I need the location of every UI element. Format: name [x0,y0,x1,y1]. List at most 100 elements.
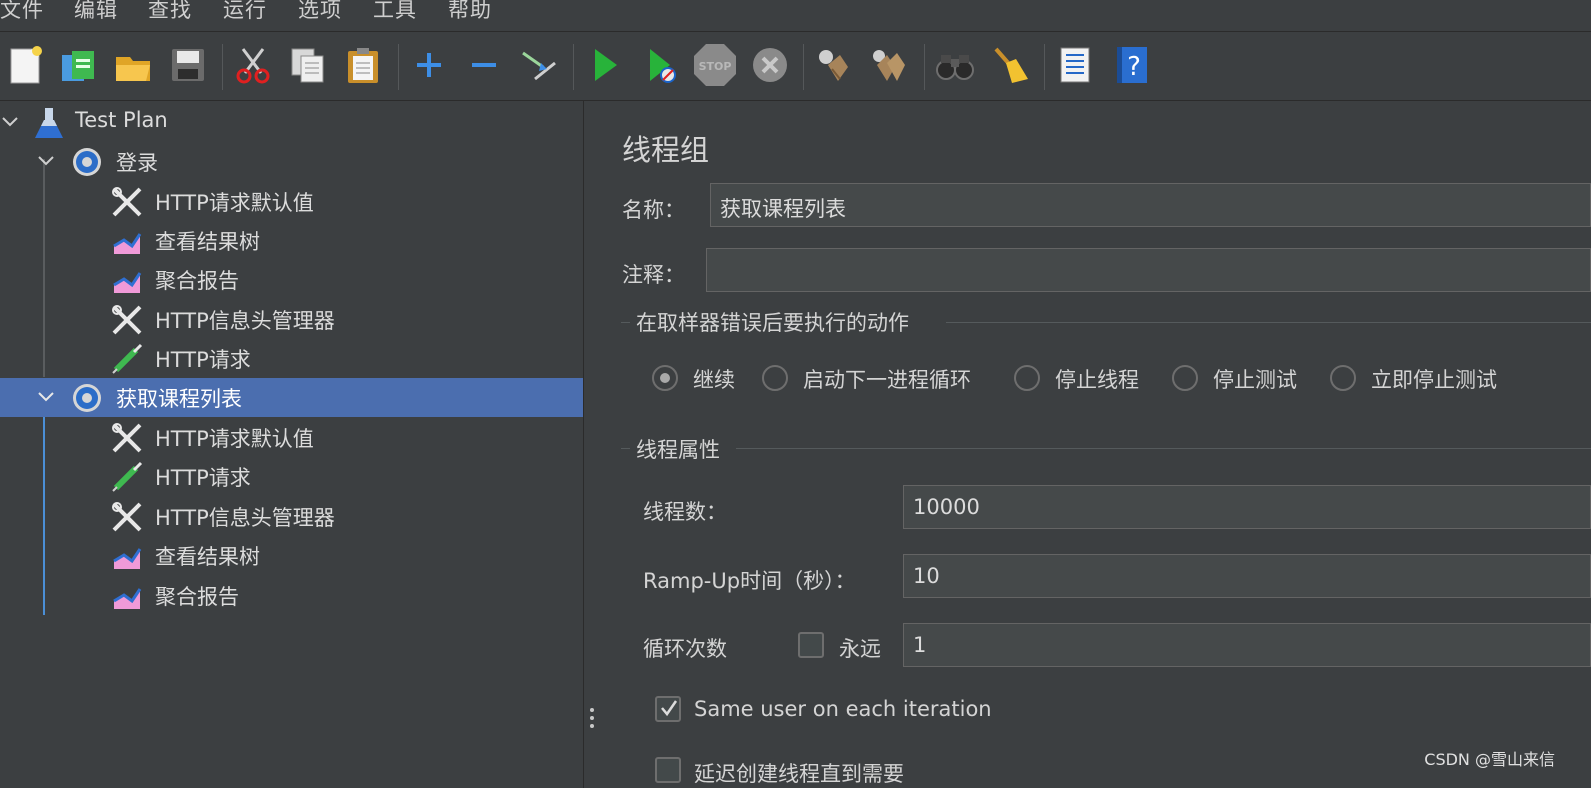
forever-checkbox[interactable] [798,632,824,658]
menu-tools[interactable]: 工具 [373,0,417,24]
radio-stop-test[interactable] [1172,365,1198,391]
splitter-grip [590,716,594,720]
tree-node-http-request[interactable]: HTTP请求 [0,339,583,378]
radio-start-next-loop[interactable] [762,365,788,391]
splitter-grip [590,708,594,712]
toolbar-separator [398,44,399,90]
open-icon[interactable] [110,42,156,88]
cut-icon[interactable] [230,42,276,88]
chevron-down-icon[interactable] [36,387,56,407]
section-divider [621,322,630,323]
radio-stop-thread-label: 停止线程 [1055,368,1139,392]
tree-node-label: HTTP信息头管理器 [155,506,335,530]
tree-node-thread-group[interactable]: 登录 [0,142,583,181]
menu-file[interactable]: 文件 [0,0,44,24]
tree-node-label: HTTP请求默认值 [155,427,314,451]
comment-field[interactable] [706,248,1591,292]
graph-icon [113,588,142,609]
search-icon[interactable] [932,42,978,88]
name-field[interactable]: 获取课程列表 [710,183,1591,227]
panel-title: 线程组 [622,133,710,167]
watermark-text: CSDN @雪山来信 [1424,750,1555,769]
expand-icon[interactable] [406,42,452,88]
save-icon[interactable] [165,42,211,88]
tools-icon [112,305,142,335]
menu-help[interactable]: 帮助 [448,0,492,24]
stop-icon[interactable]: STOP [692,42,738,88]
pipette-icon [112,461,143,492]
loop-label: 循环次数 [643,637,727,661]
menu-options[interactable]: 选项 [298,0,342,24]
svg-text:?: ? [1127,52,1141,82]
tree-node-header-manager[interactable]: HTTP信息头管理器 [0,497,583,536]
tree-node-label: 聚合报告 [155,269,239,293]
tree-node-results-tree[interactable]: 查看结果树 [0,536,583,575]
radio-start-next-loop-label: 启动下一进程循环 [803,368,971,392]
toolbar-separator [803,44,804,90]
clear-all-icon[interactable] [866,42,912,88]
start-no-pause-icon[interactable] [637,42,683,88]
comment-label: 注释： [622,263,685,287]
tree-node-aggregate-report[interactable]: 聚合报告 [0,260,583,299]
loop-count-field[interactable]: 1 [903,623,1591,667]
tools-icon [112,502,142,532]
tree-node-http-defaults[interactable]: HTTP请求默认值 [0,418,583,457]
clear-icon[interactable] [811,42,857,88]
gear-icon [73,384,101,412]
radio-stop-test-now[interactable] [1330,365,1356,391]
gear-icon [73,148,101,176]
splitter-grip [590,724,594,728]
menu-edit[interactable]: 编辑 [74,0,118,24]
start-icon[interactable] [582,42,628,88]
chevron-down-icon[interactable] [0,112,20,132]
section-divider [621,448,630,449]
tree-node-label: HTTP信息头管理器 [155,309,335,333]
toolbar-separator [1044,44,1045,90]
radio-continue-label: 继续 [693,368,735,392]
chevron-down-icon[interactable] [36,151,56,171]
tree-node-header-manager[interactable]: HTTP信息头管理器 [0,300,583,339]
tree-node-label: 查看结果树 [155,545,260,569]
tree-node-http-request[interactable]: HTTP请求 [0,457,583,496]
panel-splitter[interactable] [584,101,600,788]
toolbar-separator [222,44,223,90]
delay-thread-creation-checkbox[interactable] [655,757,681,783]
shutdown-icon[interactable] [747,42,793,88]
name-label: 名称： [622,198,685,222]
radio-stop-thread[interactable] [1014,365,1040,391]
toggle-icon[interactable] [516,42,562,88]
tree-node-http-defaults[interactable]: HTTP请求默认值 [0,182,583,221]
tree-node-test-plan[interactable]: Test Plan [0,103,583,142]
collapse-icon[interactable] [461,42,507,88]
function-helper-icon[interactable] [1052,42,1098,88]
copy-icon[interactable] [285,42,331,88]
tree-node-label: Test Plan [75,108,168,132]
new-icon[interactable] [2,42,48,88]
thread-section-title: 线程属性 [636,438,720,462]
threads-label: 线程数： [643,500,727,524]
menu-search[interactable]: 查找 [148,0,192,24]
tree-node-label: HTTP请求 [155,466,251,490]
same-user-checkbox[interactable] [655,696,681,722]
tree-node-label: HTTP请求 [155,348,251,372]
tree-node-aggregate-report[interactable]: 聚合报告 [0,576,583,615]
threads-field[interactable]: 10000 [903,485,1591,529]
help-icon[interactable]: ? [1108,42,1154,88]
tree-node-label: 查看结果树 [155,230,260,254]
toolbar-separator [573,44,574,90]
menu-run[interactable]: 运行 [223,0,267,24]
radio-stop-test-now-label: 立即停止测试 [1371,368,1497,392]
checkmark-icon [661,700,678,717]
tree-node-label: HTTP请求默认值 [155,191,314,215]
reset-search-icon[interactable] [987,42,1033,88]
error-section-title: 在取样器错误后要执行的动作 [636,311,909,335]
tree-node-results-tree[interactable]: 查看结果树 [0,221,583,260]
delay-thread-creation-label: 延迟创建线程直到需要 [694,762,904,786]
svg-text:STOP: STOP [699,60,732,73]
rampup-field[interactable]: 10 [903,554,1591,598]
paste-icon[interactable] [340,42,386,88]
radio-continue[interactable] [652,365,678,391]
templates-icon[interactable] [55,42,101,88]
toolbar-separator [924,44,925,90]
tree-node-thread-group-selected[interactable]: 获取课程列表 [0,378,583,417]
